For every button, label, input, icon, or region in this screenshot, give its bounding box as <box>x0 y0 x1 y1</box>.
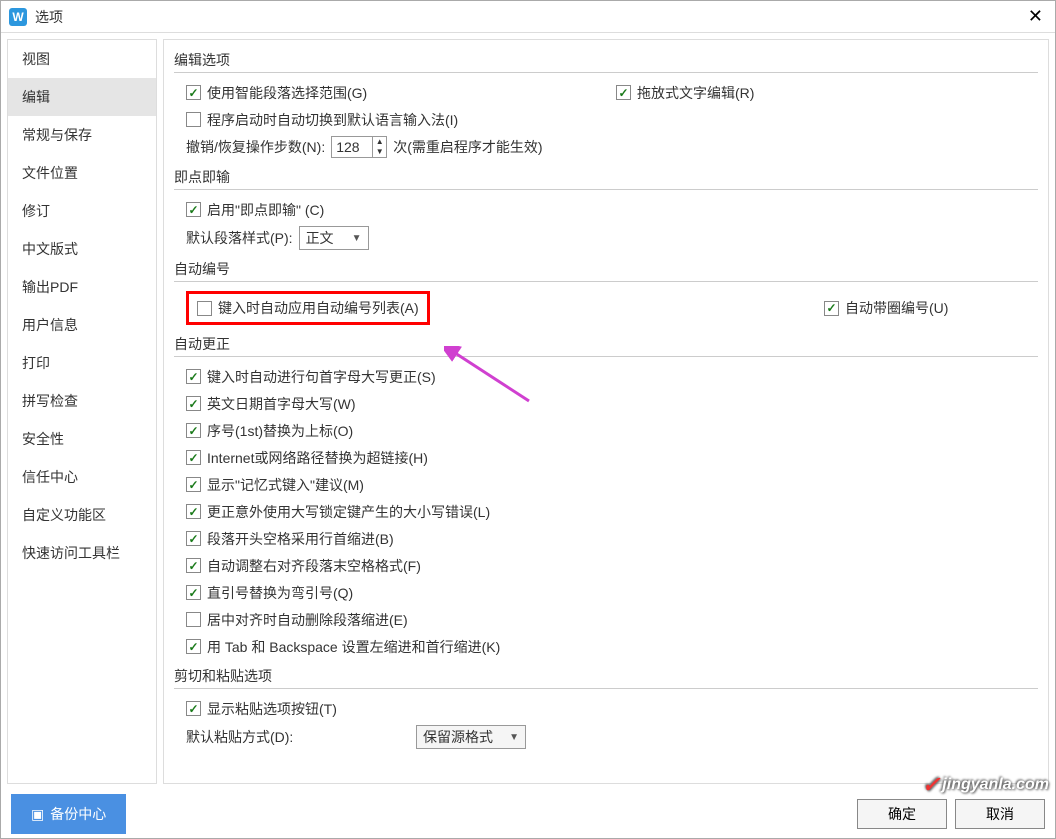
undo-value: 128 <box>336 139 359 155</box>
label-undo-suffix: 次(需重启程序才能生效) <box>393 137 542 157</box>
label-ac-10: 用 Tab 和 Backspace 设置左缩进和首行缩进(K) <box>207 637 500 657</box>
cancel-button[interactable]: 取消 <box>955 799 1045 829</box>
highlight-annotation: 键入时自动应用自动编号列表(A) <box>186 291 430 325</box>
close-icon[interactable]: ✕ <box>1024 6 1047 27</box>
label-drag-drop: 拖放式文字编辑(R) <box>637 83 754 103</box>
label-ac-4: 显示"记忆式键入"建议(M) <box>207 475 364 495</box>
section-click-type: 即点即输 <box>174 161 1038 190</box>
sidebar-item-view[interactable]: 视图 <box>8 40 156 78</box>
label-ac-5: 更正意外使用大写锁定键产生的大小写错误(L) <box>207 502 490 522</box>
label-default-style: 默认段落样式(P): <box>186 228 293 248</box>
label-ac-9: 居中对齐时自动删除段落缩进(E) <box>207 610 408 630</box>
sidebar-item-spellcheck[interactable]: 拼写检查 <box>8 382 156 420</box>
sidebar-item-trust-center[interactable]: 信任中心 <box>8 458 156 496</box>
default-style-value: 正文 <box>306 228 334 248</box>
checkbox-auto-number-list[interactable] <box>197 301 212 316</box>
checkbox-ac-2[interactable] <box>186 423 201 438</box>
select-default-style[interactable]: 正文 ▼ <box>299 226 369 250</box>
checkbox-ime-switch[interactable] <box>186 112 201 127</box>
input-undo-steps[interactable]: 128 ▲▼ <box>331 136 387 158</box>
sidebar-item-file-location[interactable]: 文件位置 <box>8 154 156 192</box>
checkbox-ac-0[interactable] <box>186 369 201 384</box>
checkbox-smart-paragraph[interactable] <box>186 85 201 100</box>
label-auto-circle: 自动带圈编号(U) <box>845 298 948 318</box>
sidebar-item-edit[interactable]: 编辑 <box>8 78 156 116</box>
backup-center-button[interactable]: ▣ 备份中心 <box>11 794 126 834</box>
label-ac-2: 序号(1st)替换为上标(O) <box>207 421 353 441</box>
window-title: 选项 <box>35 7 1024 27</box>
section-edit-options: 编辑选项 <box>174 44 1038 73</box>
checkbox-ac-1[interactable] <box>186 396 201 411</box>
label-show-paste-btn: 显示粘贴选项按钮(T) <box>207 699 337 719</box>
label-ac-6: 段落开头空格采用行首缩进(B) <box>207 529 394 549</box>
label-ac-0: 键入时自动进行句首字母大写更正(S) <box>207 367 436 387</box>
backup-icon: ▣ <box>31 806 44 823</box>
chevron-down-icon: ▼ <box>509 732 519 743</box>
section-auto-correct: 自动更正 <box>174 328 1038 357</box>
label-ac-1: 英文日期首字母大写(W) <box>207 394 356 414</box>
label-ac-3: Internet或网络路径替换为超链接(H) <box>207 448 428 468</box>
checkbox-auto-circle[interactable] <box>824 301 839 316</box>
checkbox-ac-4[interactable] <box>186 477 201 492</box>
label-ac-8: 直引号替换为弯引号(Q) <box>207 583 353 603</box>
label-enable-click-type: 启用"即点即输" (C) <box>207 200 324 220</box>
checkbox-ac-3[interactable] <box>186 450 201 465</box>
select-default-paste[interactable]: 保留源格式 ▼ <box>416 725 526 749</box>
default-paste-value: 保留源格式 <box>423 727 493 747</box>
sidebar-item-revision[interactable]: 修订 <box>8 192 156 230</box>
sidebar-item-print[interactable]: 打印 <box>8 344 156 382</box>
label-ime-switch: 程序启动时自动切换到默认语言输入法(I) <box>207 110 458 130</box>
sidebar-item-user-info[interactable]: 用户信息 <box>8 306 156 344</box>
sidebar-item-output-pdf[interactable]: 输出PDF <box>8 268 156 306</box>
watermark: ✓ jingyanla.com <box>922 772 1049 798</box>
checkbox-ac-7[interactable] <box>186 558 201 573</box>
sidebar-item-quick-access[interactable]: 快速访问工具栏 <box>8 534 156 572</box>
dialog-footer: ▣ 备份中心 确定 取消 <box>1 790 1055 838</box>
title-bar: W 选项 ✕ <box>1 1 1055 33</box>
checkbox-drag-drop[interactable] <box>616 85 631 100</box>
checkbox-ac-9[interactable] <box>186 612 201 627</box>
checkbox-ac-5[interactable] <box>186 504 201 519</box>
label-default-paste: 默认粘贴方式(D): <box>186 727 416 747</box>
category-sidebar: 视图 编辑 常规与保存 文件位置 修订 中文版式 输出PDF 用户信息 打印 拼… <box>7 39 157 784</box>
sidebar-item-customize-ribbon[interactable]: 自定义功能区 <box>8 496 156 534</box>
check-icon: ✓ <box>922 772 940 798</box>
checkbox-show-paste-btn[interactable] <box>186 701 201 716</box>
label-ac-7: 自动调整右对齐段落末空格格式(F) <box>207 556 421 576</box>
chevron-down-icon: ▼ <box>352 233 362 244</box>
label-auto-number-list: 键入时自动应用自动编号列表(A) <box>218 298 419 318</box>
ok-button[interactable]: 确定 <box>857 799 947 829</box>
options-content[interactable]: 编辑选项 使用智能段落选择范围(G) 拖放式文字编辑(R) 程序启动时自动切换到… <box>164 40 1048 783</box>
checkbox-enable-click-type[interactable] <box>186 202 201 217</box>
sidebar-item-general-save[interactable]: 常规与保存 <box>8 116 156 154</box>
checkbox-ac-6[interactable] <box>186 531 201 546</box>
label-smart-paragraph: 使用智能段落选择范围(G) <box>207 83 367 103</box>
watermark-text: jingyanla.com <box>942 776 1049 794</box>
spinner-icon[interactable]: ▲▼ <box>372 137 386 157</box>
section-paste-options: 剪切和粘贴选项 <box>174 660 1038 689</box>
app-icon: W <box>9 8 27 26</box>
backup-label: 备份中心 <box>50 804 106 824</box>
label-undo-steps: 撤销/恢复操作步数(N): <box>186 137 325 157</box>
sidebar-item-security[interactable]: 安全性 <box>8 420 156 458</box>
sidebar-item-chinese-layout[interactable]: 中文版式 <box>8 230 156 268</box>
section-auto-number: 自动编号 <box>174 253 1038 282</box>
checkbox-ac-8[interactable] <box>186 585 201 600</box>
checkbox-ac-10[interactable] <box>186 639 201 654</box>
